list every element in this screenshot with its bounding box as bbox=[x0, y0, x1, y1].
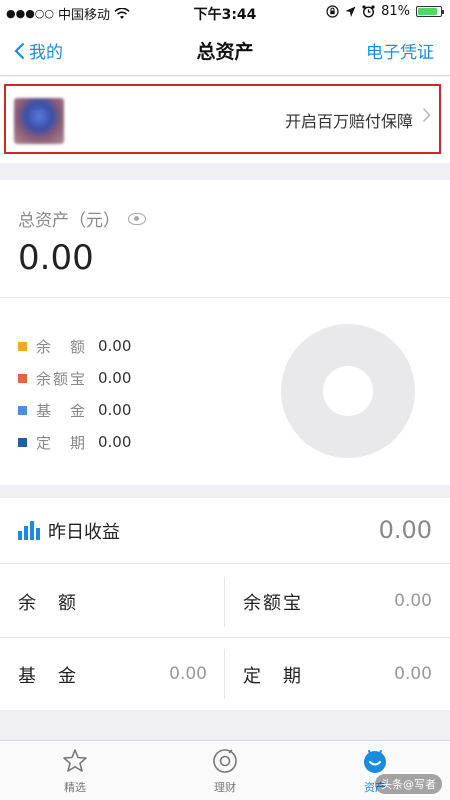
yesterday-income-card: 昨日收益 0.00 余 额 余额宝 0.00 基 金 0.00 定 期 0.00 bbox=[0, 498, 450, 710]
legend-value: 0.00 bbox=[98, 337, 132, 355]
legend-item: 余额宝 0.00 bbox=[18, 362, 131, 394]
tab-label: 精选 bbox=[64, 781, 86, 794]
legend-value: 0.00 bbox=[98, 401, 132, 419]
battery-fill bbox=[418, 8, 438, 15]
legend-label: 基 金 bbox=[36, 401, 88, 420]
income-item-fund[interactable]: 基 金 0.00 bbox=[0, 638, 225, 710]
tab-label: 理财 bbox=[214, 781, 236, 794]
lock-rotation-icon bbox=[326, 5, 339, 18]
income-item-label: 余额宝 bbox=[243, 593, 303, 614]
legend-label: 定 期 bbox=[36, 433, 88, 452]
income-title: 昨日收益 bbox=[48, 522, 120, 543]
legend-item: 基 金 0.00 bbox=[18, 394, 131, 426]
income-grid: 余 额 余额宝 0.00 基 金 0.00 定 期 0.00 bbox=[0, 565, 450, 710]
battery-icon bbox=[416, 6, 444, 17]
income-item-value: 0.00 bbox=[394, 591, 432, 611]
legend-label: 余额宝 bbox=[36, 369, 88, 388]
insurance-banner: 开启百万赔付保障 bbox=[0, 77, 450, 163]
status-right: 81% bbox=[326, 4, 444, 19]
donut-svg bbox=[281, 324, 415, 458]
legend-item: 余 额 0.00 bbox=[18, 330, 131, 362]
location-icon bbox=[345, 6, 356, 17]
total-assets-label: 总资产（元） bbox=[18, 211, 120, 231]
finance-icon bbox=[213, 749, 237, 773]
income-total: 0.00 bbox=[378, 516, 432, 544]
income-item-fixed-term[interactable]: 定 期 0.00 bbox=[225, 638, 450, 710]
legend-label: 余 额 bbox=[36, 337, 88, 356]
income-item-label: 基 金 bbox=[18, 666, 78, 687]
income-header: 昨日收益 0.00 bbox=[0, 498, 450, 564]
income-item-label: 定 期 bbox=[243, 666, 303, 687]
assets-icon bbox=[364, 750, 386, 773]
income-item-balance[interactable]: 余 额 bbox=[0, 565, 225, 637]
legend-value: 0.00 bbox=[98, 369, 132, 387]
banner-text: 开启百万赔付保障 bbox=[284, 112, 413, 131]
legend-swatch bbox=[18, 373, 27, 383]
avatar bbox=[14, 98, 64, 144]
donut-ring bbox=[281, 324, 415, 458]
legend-swatch bbox=[18, 405, 27, 415]
watermark: 头条@写者 bbox=[375, 774, 442, 794]
divider bbox=[0, 637, 450, 638]
income-item-value: 0.00 bbox=[169, 664, 207, 684]
legend-swatch bbox=[18, 437, 27, 447]
legend-value: 0.00 bbox=[98, 433, 132, 451]
total-assets-card: 总资产（元） 0.00 余 额 0.00 余额宝 0.00 基 金 0.00 定… bbox=[0, 180, 450, 485]
divider bbox=[224, 577, 225, 627]
bar-chart-icon bbox=[18, 520, 40, 540]
battery-percent: 81% bbox=[381, 4, 410, 19]
tab-finance[interactable]: 理财 bbox=[150, 747, 300, 795]
income-item-yuebao[interactable]: 余额宝 0.00 bbox=[225, 565, 450, 637]
eye-icon[interactable] bbox=[128, 212, 146, 225]
star-icon bbox=[63, 749, 87, 772]
tab-bar: 精选 理财 资产 头条@写者 bbox=[0, 740, 450, 800]
alarm-icon bbox=[362, 5, 375, 18]
income-item-value: 0.00 bbox=[394, 664, 432, 684]
divider bbox=[224, 649, 225, 699]
asset-legend: 余 额 0.00 余额宝 0.00 基 金 0.00 定 期 0.00 bbox=[18, 330, 131, 458]
status-bar: ●●●○○ 中国移动 下午3:44 81% bbox=[0, 0, 450, 24]
tab-featured[interactable]: 精选 bbox=[0, 747, 150, 795]
insurance-banner-button[interactable]: 开启百万赔付保障 bbox=[4, 84, 441, 154]
total-assets-value: 0.00 bbox=[18, 238, 94, 278]
income-item-label: 余 额 bbox=[18, 593, 78, 614]
nav-bar: 我的 总资产 电子凭证 bbox=[0, 24, 450, 76]
chevron-right-icon bbox=[422, 107, 431, 128]
electronic-voucher-link[interactable]: 电子凭证 bbox=[366, 38, 434, 63]
divider bbox=[0, 297, 450, 298]
asset-donut-chart bbox=[281, 324, 415, 458]
legend-item: 定 期 0.00 bbox=[18, 426, 131, 458]
total-assets-label-row: 总资产（元） bbox=[18, 206, 146, 231]
legend-swatch bbox=[18, 341, 27, 351]
